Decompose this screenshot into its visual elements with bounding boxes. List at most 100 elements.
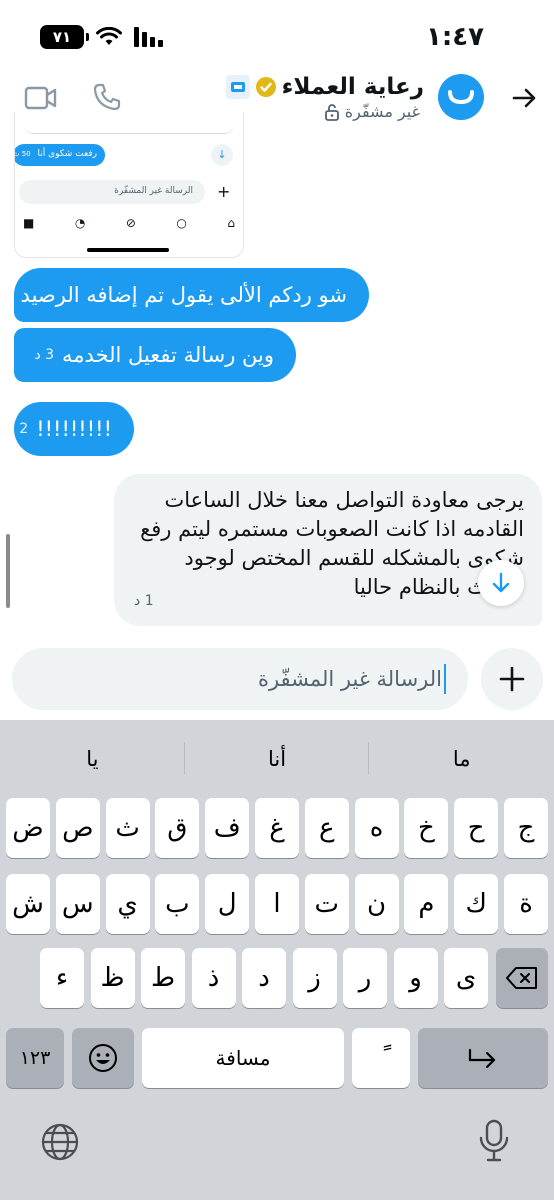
return-key[interactable]: [418, 1028, 548, 1088]
backspace-key[interactable]: [496, 948, 548, 1008]
wifi-icon: [96, 27, 122, 45]
unlock-icon: [324, 103, 339, 121]
video-call-icon[interactable]: [24, 84, 58, 112]
letter-key[interactable]: ث: [105, 798, 150, 858]
screenshot-search-icon: ○: [176, 216, 187, 230]
channel-title[interactable]: رعاية العملاء: [225, 74, 424, 100]
numbers-key[interactable]: ١٢٣: [6, 1028, 64, 1088]
letter-key[interactable]: ة: [504, 874, 548, 934]
add-attachment-button[interactable]: [481, 648, 543, 710]
channel-name: رعاية العملاء: [281, 74, 424, 100]
letter-key[interactable]: ق: [155, 798, 200, 858]
letter-key[interactable]: ض: [6, 798, 50, 858]
return-icon: [468, 1048, 496, 1069]
letter-key[interactable]: ء: [40, 948, 84, 1008]
screenshot-message-time: 50 ث: [15, 150, 31, 158]
screenshot-message: رفعت شكوى أنا 50 ث: [15, 144, 105, 166]
letter-key[interactable]: د: [242, 948, 286, 1008]
suggestion-item[interactable]: أنا: [185, 720, 370, 790]
screenshot-home-icon: ⌂: [227, 216, 235, 230]
scroll-indicator[interactable]: [6, 534, 10, 608]
backspace-icon: [506, 967, 537, 989]
screenshot-bell-icon: ◔: [74, 216, 86, 230]
letter-key[interactable]: غ: [255, 798, 299, 858]
signal-icon: [134, 27, 163, 47]
letter-key[interactable]: ل: [205, 874, 250, 934]
letter-key[interactable]: ك: [454, 874, 499, 934]
voice-call-icon[interactable]: [92, 82, 122, 112]
incoming-line: شكوى بالمشكله للقسم المختص لوجود: [184, 546, 524, 570]
screenshot-input: الرسالة غير المشفّرة: [19, 180, 205, 204]
encryption-label: غير مشفّرة: [344, 102, 420, 121]
letter-key[interactable]: ع: [304, 798, 349, 858]
emoji-key[interactable]: [72, 1028, 134, 1088]
letter-key[interactable]: ف: [205, 798, 250, 858]
org-logo-icon: [225, 75, 250, 99]
verified-badge-icon: [255, 77, 276, 97]
letter-key[interactable]: ج: [504, 798, 548, 858]
text-caret: [444, 664, 446, 694]
message-text: !!!!!!!!!: [36, 417, 112, 441]
letter-key[interactable]: ش: [6, 874, 50, 934]
microphone-icon[interactable]: [478, 1118, 510, 1164]
letter-key[interactable]: ر: [343, 948, 387, 1008]
letter-key[interactable]: ز: [292, 948, 337, 1008]
keyboard: ما أنا يا جحخهعغفقثصض ةكمنتالبيسش ىورزدذ…: [0, 720, 554, 1200]
message-bubble[interactable]: شو ردكم الألى يقول تم إضافه الرصيد: [14, 268, 369, 322]
message-text: وين رسالة تفعيل الخدمه: [62, 343, 274, 367]
battery-indicator: ٧١: [40, 25, 89, 49]
screenshot-home-bar: [87, 248, 169, 252]
channel-avatar[interactable]: [438, 74, 484, 120]
screenshot-message-text: رفعت شكوى أنا: [37, 149, 97, 159]
letter-key[interactable]: ح: [454, 798, 499, 858]
message-bubble[interactable]: !!!!!!!!! 2 د: [9, 402, 134, 456]
space-key[interactable]: مسافة: [142, 1028, 344, 1088]
letter-key[interactable]: خ: [404, 798, 449, 858]
letter-key[interactable]: ت: [304, 874, 349, 934]
letter-key[interactable]: ى: [444, 948, 488, 1008]
status-icons: ٧١: [40, 24, 163, 50]
encryption-status: غير مشفّرة: [324, 102, 420, 121]
screenshot-slash-icon: ⊘: [125, 216, 136, 230]
letter-key[interactable]: ن: [354, 874, 399, 934]
letter-key[interactable]: س: [55, 874, 100, 934]
diacritic-key[interactable]: ً: [352, 1028, 410, 1088]
letter-key[interactable]: ظ: [90, 948, 135, 1008]
incoming-message-bubble[interactable]: يرجى معاودة التواصل معنا خلال الساعات ال…: [114, 474, 542, 626]
back-arrow-icon[interactable]: [508, 82, 540, 114]
arrow-down-icon: [492, 572, 510, 593]
message-time: 2 د: [8, 421, 29, 437]
incoming-line: يرجى معاودة التواصل معنا خلال الساعات: [164, 488, 524, 512]
screenshot-messages-icon: ■: [23, 216, 35, 230]
globe-icon[interactable]: [40, 1122, 80, 1162]
screenshot-plus-icon: +: [217, 182, 231, 201]
letter-key[interactable]: ا: [255, 874, 299, 934]
emoji-icon: [89, 1044, 117, 1072]
letter-key[interactable]: ذ: [191, 948, 236, 1008]
shared-screenshot[interactable]: رفعت شكوى أنا 50 ث ↓ الرسالة غير المشفّر…: [14, 112, 244, 258]
letter-key[interactable]: ط: [141, 948, 185, 1008]
letter-key[interactable]: و: [393, 948, 438, 1008]
letter-key[interactable]: ي: [105, 874, 150, 934]
letter-key[interactable]: ه: [354, 798, 399, 858]
brand-logo-icon: [448, 90, 474, 105]
screenshot-nav: ■ ◔ ⊘ ○ ⌂: [23, 216, 235, 230]
screenshot-divider: [25, 126, 233, 134]
letter-key[interactable]: م: [404, 874, 449, 934]
message-input[interactable]: الرسالة غير المشفّرة: [12, 648, 468, 710]
incoming-line: القادمه اذا كانت الصعوبات مستمره ليتم رف…: [140, 517, 524, 541]
scroll-to-bottom-button[interactable]: [478, 560, 524, 606]
suggestion-bar: ما أنا يا: [0, 720, 554, 790]
letter-key[interactable]: ب: [155, 874, 200, 934]
plus-icon: [499, 666, 525, 692]
message-input-placeholder: الرسالة غير المشفّرة: [257, 667, 442, 691]
suggestion-item[interactable]: ما: [369, 720, 554, 790]
status-time: ١:٤٧: [425, 22, 484, 52]
incoming-time: 1 د: [134, 593, 154, 609]
message-text: شو ردكم الألى يقول تم إضافه الرصيد: [20, 283, 347, 307]
message-bubble[interactable]: وين رسالة تفعيل الخدمه 3 د: [14, 328, 296, 382]
letter-key[interactable]: ص: [55, 798, 100, 858]
suggestion-item[interactable]: يا: [0, 720, 185, 790]
incoming-line: تحديث بالنظام حاليا: [353, 575, 524, 599]
screenshot-scroll-down-icon: ↓: [211, 144, 233, 166]
